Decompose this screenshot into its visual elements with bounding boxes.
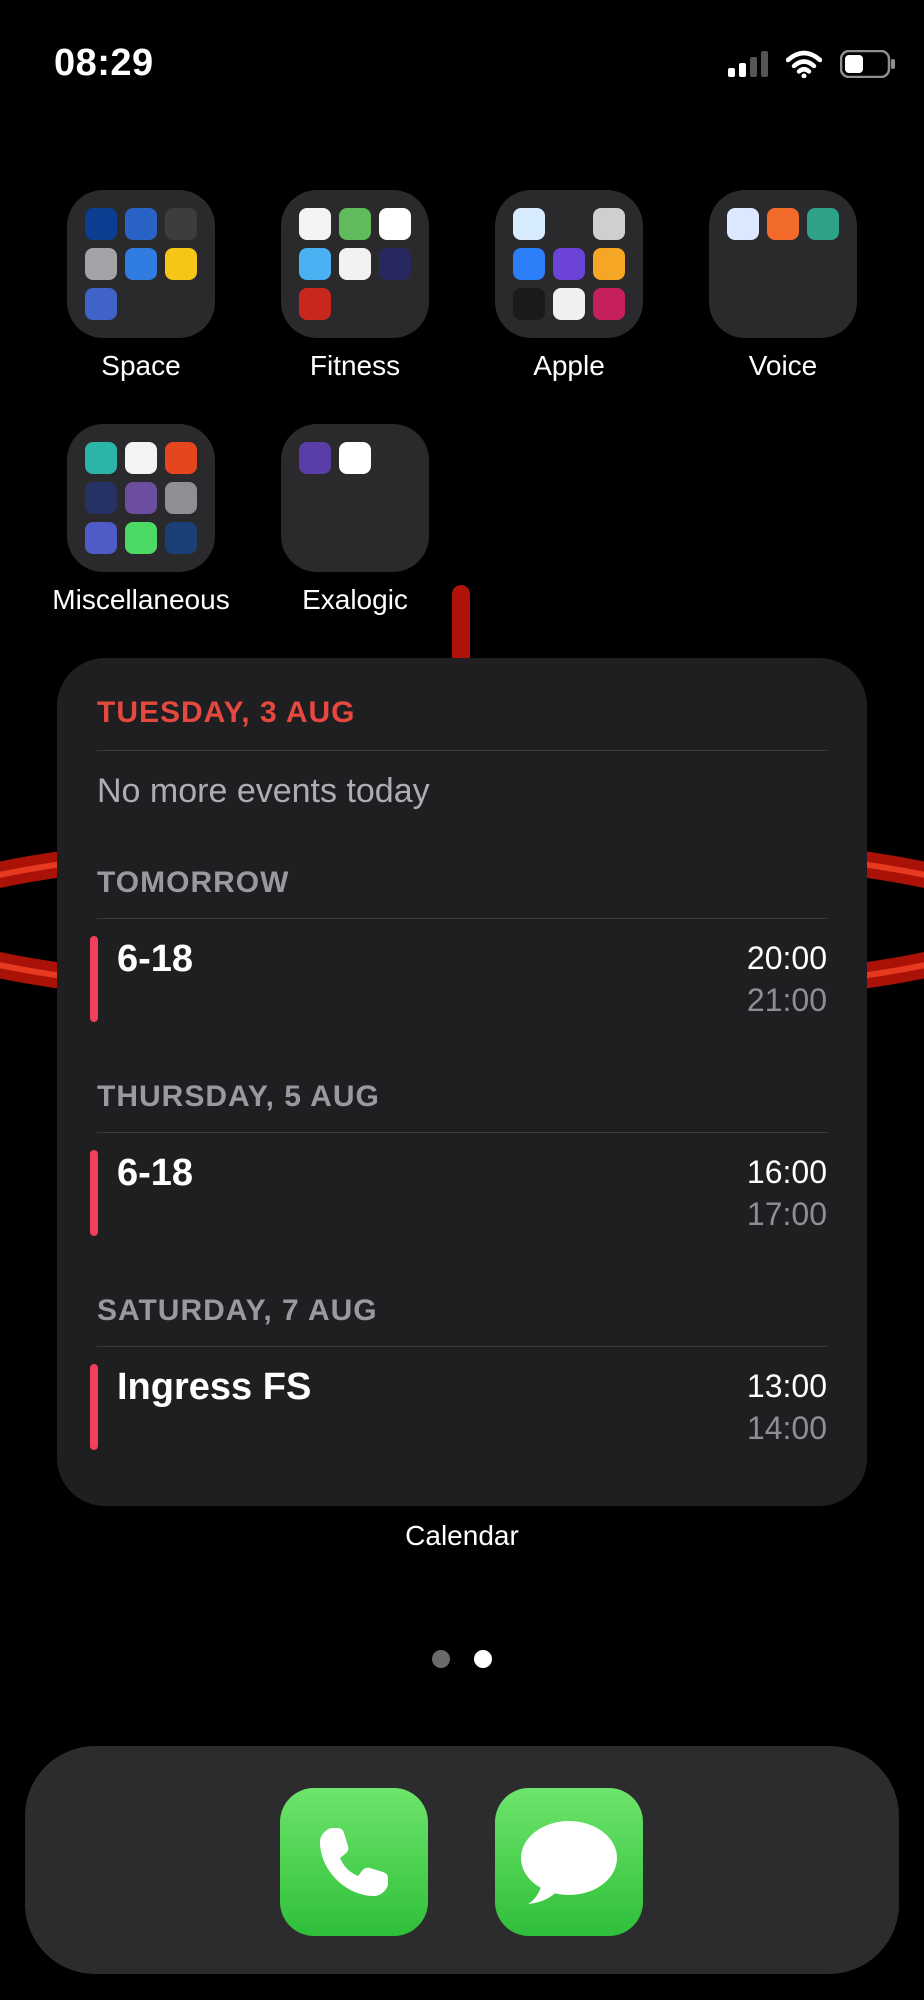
rocket-app-icon: [125, 248, 157, 280]
event-start-time: 16:00: [746, 1154, 827, 1190]
folder-voice-label: Voice: [748, 350, 818, 381]
folder-space-box[interactable]: [67, 190, 215, 338]
phone-icon: [320, 1828, 388, 1896]
app-store-app-icon: [513, 208, 545, 240]
event-start-time: 20:00: [746, 940, 827, 976]
event-color-bar: [90, 936, 98, 1022]
no-events-text: No more events today: [97, 772, 430, 810]
event-title: Ingress FS: [117, 1366, 312, 1408]
folder-voice-box[interactable]: [709, 190, 857, 338]
phone-remote-app-icon: [85, 482, 117, 514]
battery-icon: [840, 50, 895, 78]
folder-miscellaneous[interactable]: Miscellaneous: [52, 424, 230, 616]
running-app-icon: [299, 208, 331, 240]
podcast-mic-app-icon: [767, 208, 799, 240]
calendar-event[interactable]: Ingress FS 13:00 14:00: [90, 1364, 827, 1450]
day-header-saturday: SATURDAY, 7 AUG: [97, 1294, 378, 1327]
tor-app-icon: [125, 482, 157, 514]
shortcuts-app-icon: [593, 288, 625, 320]
speaker-app-icon: [807, 208, 839, 240]
nasa-app-icon: [85, 208, 117, 240]
event-end-time: 17:00: [746, 1196, 827, 1232]
wifi-icon: [786, 50, 822, 78]
divider: [97, 1132, 827, 1133]
page-indicator[interactable]: [0, 1650, 924, 1668]
misc-app-2-icon: [125, 442, 157, 474]
folder-exalogic-box[interactable]: [281, 424, 429, 572]
divider: [97, 750, 827, 751]
folder-exalogic[interactable]: Exalogic: [281, 424, 429, 616]
folder-voice[interactable]: Voice: [709, 190, 857, 382]
day-header-thursday: THURSDAY, 5 AUG: [97, 1080, 380, 1113]
page-dot-1[interactable]: [432, 1650, 450, 1668]
folder-fitness[interactable]: Fitness: [281, 190, 429, 382]
divider: [97, 1346, 827, 1347]
phone-app-button[interactable]: [280, 1788, 428, 1936]
message-bubble-icon: [521, 1821, 617, 1904]
weather-app-icon: [299, 248, 331, 280]
event-title: 6-18: [117, 1152, 194, 1194]
tuxedo-app-icon: [339, 442, 371, 474]
widget-label: Calendar: [405, 1520, 519, 1551]
clips-app-icon: [513, 248, 545, 280]
stocks-app-icon: [513, 288, 545, 320]
event-end-time: 21:00: [746, 982, 827, 1018]
page-dot-2[interactable]: [474, 1650, 492, 1668]
event-start-time: 13:00: [746, 1368, 827, 1404]
day-header-tomorrow: TOMORROW: [97, 866, 290, 899]
teams-app-icon: [85, 522, 117, 554]
divider: [97, 918, 827, 919]
calendar-event[interactable]: 6-18 20:00 21:00: [90, 936, 827, 1022]
dock: [25, 1746, 899, 1974]
pages-app-icon: [593, 248, 625, 280]
aliexpress-app-icon: [165, 442, 197, 474]
imovie-app-icon: [553, 248, 585, 280]
status-icons: [728, 50, 896, 78]
event-title: 6-18: [117, 938, 194, 980]
folder-space[interactable]: Space: [67, 190, 215, 382]
folder-apple[interactable]: Apple: [495, 190, 643, 382]
status-bar: 08:29: [0, 0, 924, 130]
wallet-app-icon: [553, 288, 585, 320]
contacts-app-icon: [593, 208, 625, 240]
unicredit-app-icon: [299, 288, 331, 320]
status-time: 08:29: [54, 42, 154, 84]
folder-miscellaneous-box[interactable]: [67, 424, 215, 572]
today-header: TUESDAY, 3 AUG: [97, 696, 356, 729]
battery-app-icon: [125, 522, 157, 554]
planet-app-icon: [85, 288, 117, 320]
messages-app-button[interactable]: [495, 1788, 643, 1936]
voice-assistant-app-icon: [727, 208, 759, 240]
moon-app-icon: [85, 248, 117, 280]
aladin-app-icon: [379, 208, 411, 240]
scanner-app-icon: [165, 482, 197, 514]
cellular-signal-icon: [728, 51, 768, 77]
folder-apple-box[interactable]: [495, 190, 643, 338]
event-color-bar: [90, 1150, 98, 1236]
space-station-app-icon: [165, 208, 197, 240]
calendar-widget[interactable]: TUESDAY, 3 AUG No more events today TOMO…: [57, 658, 867, 1506]
folder-exalogic-label: Exalogic: [302, 584, 408, 615]
beurer-app-icon: [339, 248, 371, 280]
astronaut-app-icon: [165, 248, 197, 280]
event-color-bar: [90, 1364, 98, 1450]
copass-app-icon: [379, 248, 411, 280]
misc-app-1-icon: [85, 442, 117, 474]
satellite-app-icon: [125, 208, 157, 240]
speedtest-app-icon: [165, 522, 197, 554]
find-my-app-icon: [553, 208, 585, 240]
folder-fitness-box[interactable]: [281, 190, 429, 338]
exalogic-app-1-icon: [299, 442, 331, 474]
calendar-event[interactable]: 6-18 16:00 17:00: [90, 1150, 827, 1236]
hiking-app-icon: [339, 208, 371, 240]
event-end-time: 14:00: [746, 1410, 827, 1446]
